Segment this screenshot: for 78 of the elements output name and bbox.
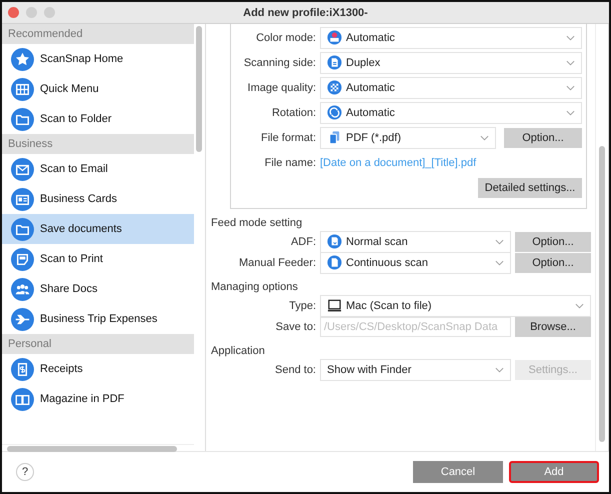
- profile-item[interactable]: Receipts: [2, 354, 194, 384]
- path-field[interactable]: /Users/CS/Desktop/ScanSnap Data: [320, 316, 511, 336]
- chevron-icon: [566, 84, 575, 90]
- close-button[interactable]: [8, 7, 19, 18]
- chevron-icon: [480, 134, 489, 140]
- dropdown[interactable]: Mac (Scan to file): [320, 294, 591, 316]
- chevron-icon: [566, 60, 575, 66]
- profile-item[interactable]: Business Trip Expenses: [2, 304, 194, 334]
- profile-item[interactable]: Business Cards: [2, 184, 194, 214]
- option-button[interactable]: Option...: [515, 232, 591, 252]
- field-label: File format:: [260, 132, 316, 144]
- dropdown[interactable]: PDF (*.pdf): [320, 126, 496, 148]
- profile-item[interactable]: Magazine in PDF: [2, 384, 194, 414]
- chevron-icon: [575, 302, 584, 308]
- scrollbar-thumb[interactable]: [599, 146, 605, 442]
- chevron-icon: [566, 34, 575, 40]
- chevron-icon: [495, 366, 504, 372]
- folder-icon: [11, 108, 34, 130]
- minimize-button[interactable]: [26, 7, 37, 18]
- field-label: Scanning side:: [242, 56, 316, 68]
- document-icon: [11, 248, 34, 270]
- profile-item[interactable]: Scan to Folder: [2, 104, 194, 134]
- option-button[interactable]: Detailed settings...: [478, 178, 582, 198]
- field-label: Image quality:: [246, 82, 316, 94]
- profile-item[interactable]: ScanSnap Home: [2, 44, 194, 74]
- scrollbar-thumb[interactable]: [196, 26, 202, 152]
- document-icon: [327, 55, 342, 70]
- field-label: Rotation:: [270, 106, 316, 118]
- open-book-icon: [11, 388, 34, 410]
- folder-icon: [11, 218, 34, 240]
- receipt-icon: [11, 358, 34, 380]
- chevron-icon: [495, 238, 504, 244]
- dropdown[interactable]: Normal scan: [320, 230, 511, 252]
- rotate-icon: [327, 105, 342, 120]
- id-card-icon: [11, 188, 34, 210]
- people-icon: [11, 278, 34, 300]
- profile-item[interactable]: Save documents: [2, 214, 194, 244]
- dropdown[interactable]: Automatic: [320, 76, 582, 98]
- grid-icon: [11, 78, 34, 100]
- checker-icon: [327, 80, 342, 95]
- field-label: Save to:: [274, 320, 316, 332]
- section-header: Recommended: [2, 24, 194, 44]
- profile-item[interactable]: Share Docs: [2, 274, 194, 304]
- option-button[interactable]: Browse...: [515, 316, 591, 336]
- section-heading: Feed mode setting: [210, 216, 304, 231]
- color-mode-icon: [327, 30, 342, 45]
- chevron-icon: [566, 110, 575, 116]
- section-header: Business: [2, 134, 194, 154]
- documents-icon: [327, 130, 342, 145]
- field-label: File name:: [264, 156, 316, 168]
- window-title: Add new profile:iX1300-: [243, 6, 368, 18]
- field-label: ADF:: [290, 236, 316, 248]
- zoom-button[interactable]: [44, 7, 55, 18]
- profile-item[interactable]: Scan to Print: [2, 244, 194, 274]
- dropdown[interactable]: Automatic: [320, 102, 582, 124]
- field-label: Type:: [288, 300, 316, 312]
- field-label: Manual Feeder:: [238, 256, 316, 268]
- option-button[interactable]: Option...: [504, 128, 582, 148]
- field-label: Send to:: [274, 364, 316, 376]
- document-icon: [327, 255, 342, 270]
- profile-item[interactable]: Scan to Email: [2, 154, 194, 184]
- section-heading: Application: [210, 344, 266, 359]
- option-button[interactable]: Option...: [515, 252, 591, 272]
- feeder-icon: [327, 234, 342, 249]
- dropdown[interactable]: Duplex: [320, 52, 582, 74]
- envelope-icon: [11, 158, 34, 180]
- section-header: Personal: [2, 334, 194, 354]
- dropdown[interactable]: Show with Finder: [320, 358, 511, 380]
- monitor-icon: [327, 298, 342, 313]
- chevron-icon: [495, 260, 504, 266]
- scrollbar-thumb[interactable]: [7, 446, 177, 452]
- profile-item[interactable]: Quick Menu: [2, 74, 194, 104]
- dropdown[interactable]: Continuous scan: [320, 252, 511, 274]
- help-button[interactable]: ?: [16, 463, 34, 481]
- section-heading: Managing options: [210, 280, 299, 295]
- field-label: Color mode:: [255, 32, 316, 44]
- airplane-icon: [11, 308, 34, 330]
- dropdown[interactable]: Automatic: [320, 26, 582, 48]
